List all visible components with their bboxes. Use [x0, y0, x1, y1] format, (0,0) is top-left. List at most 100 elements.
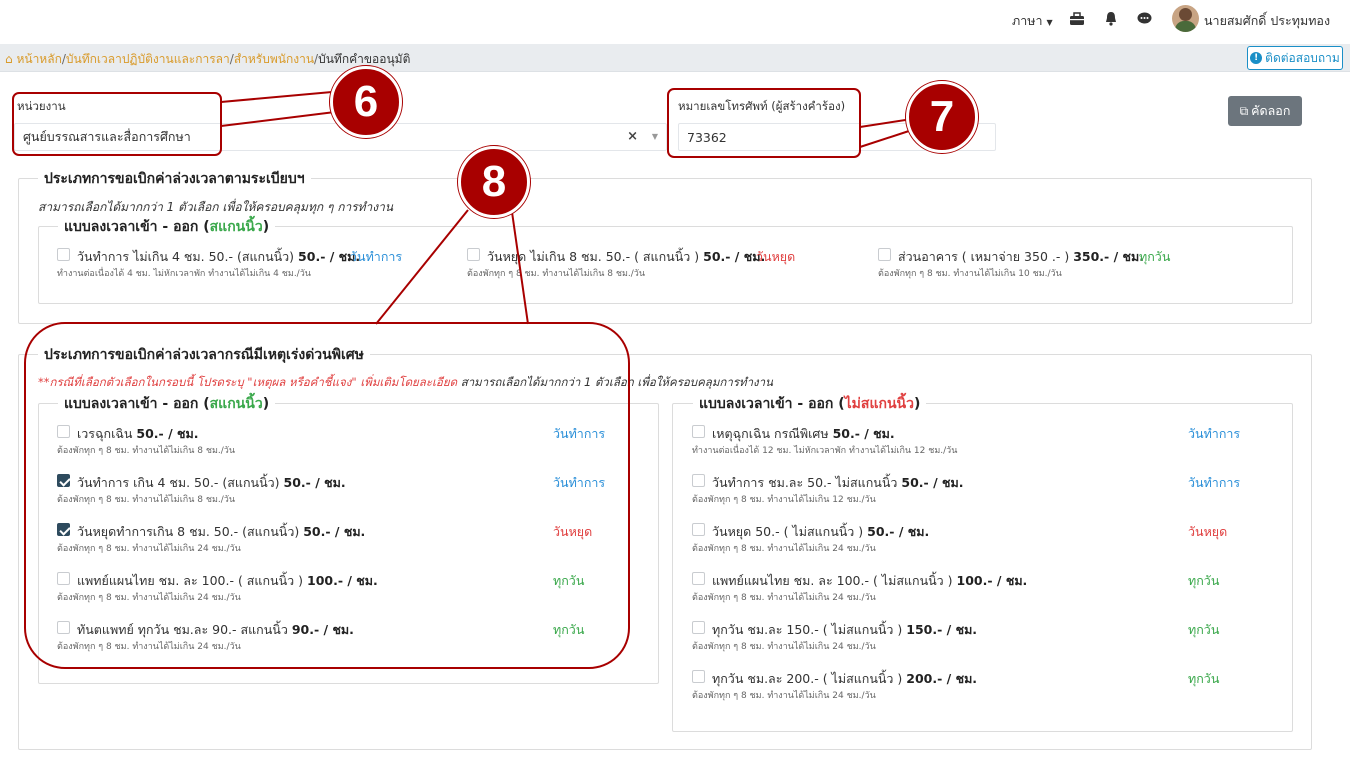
option-label[interactable]: วันหยุด 50.- ( ไม่สแกนนิ้ว ) 50.- / ชม.: [712, 522, 929, 542]
option-label-text: ทุกวัน ชม.ละ 200.- ( ไม่สแกนนิ้ว ): [712, 671, 903, 686]
unit-label: หน่วยงาน: [17, 99, 66, 113]
special-right-title: แบบลงเวลาเข้า - ออก (ไม่สแกนนิ้ว): [693, 393, 927, 415]
regular-title: ประเภทการขอเบิกค่าล่วงเวลาตามระเบียบฯ: [38, 168, 311, 190]
option-rate: 100.- / ชม.: [307, 573, 378, 588]
option-checkbox[interactable]: [692, 425, 705, 438]
option-rate: 50.- / ชม.: [136, 426, 199, 441]
option-description: ต้องพักทุก ๆ 8 ชม. ทำงานได้ไม่เกิน 24 ชม…: [57, 642, 241, 652]
option-checkbox[interactable]: [57, 248, 70, 261]
option-description: ต้องพักทุก ๆ 8 ชม. ทำงานได้ไม่เกิน 24 ชม…: [692, 642, 876, 652]
option-description: ต้องพักทุก ๆ 8 ชม. ทำงานได้ไม่เกิน 10 ชม…: [878, 269, 1062, 279]
avatar[interactable]: [1172, 5, 1199, 32]
breadcrumb-timesheet[interactable]: บันทึกเวลาปฏิบัติงานและการลา: [66, 52, 230, 66]
clear-icon[interactable]: ×: [627, 129, 638, 144]
regular-subsection-highlight: สแกนนิ้ว: [209, 219, 263, 235]
option-label[interactable]: เหตุฉุกเฉิน กรณีพิเศษ 50.- / ชม.: [712, 424, 895, 444]
option-label[interactable]: แพทย์แผนไทย ชม. ละ 100.- ( สแกนนิ้ว ) 10…: [77, 571, 378, 591]
special-left-title: แบบลงเวลาเข้า - ออก (สแกนนิ้ว): [58, 393, 276, 415]
option-checkbox[interactable]: [57, 572, 70, 585]
option-checkbox[interactable]: [692, 572, 705, 585]
avatar-shoulders: [1175, 21, 1196, 32]
copy-button[interactable]: ⧉ คัดลอก: [1228, 96, 1302, 126]
special-left-highlight: สแกนนิ้ว: [209, 396, 263, 412]
contact-label: ติดต่อสอบถาม: [1265, 50, 1340, 65]
option-checkbox[interactable]: [692, 474, 705, 487]
option-day-tag: วันทำการ: [553, 475, 606, 490]
option-day-tag: ทุกวัน: [1188, 573, 1220, 588]
option-day-tag: ทุกวัน: [1188, 622, 1220, 637]
option-label-text: ทุกวัน ชม.ละ 150.- ( ไม่สแกนนิ้ว ): [712, 622, 903, 637]
option-label[interactable]: วันทำการ ชม.ละ 50.- ไม่สแกนนิ้ว 50.- / ช…: [712, 473, 963, 493]
option-day-tag: วันหยุด: [553, 524, 593, 539]
regular-note: สามารถเลือกได้มากกว่า 1 ตัวเลือก เพื่อให…: [38, 200, 394, 214]
option-label[interactable]: วันทำการ เกิน 4 ชม. 50.- (สแกนนิ้ว) 50.-…: [77, 473, 346, 493]
option-rate: 90.- / ชม.: [291, 622, 354, 637]
annotation-badge-6: 6: [330, 66, 402, 138]
home-icon[interactable]: ⌂: [5, 52, 13, 66]
contact-button[interactable]: ! ติดต่อสอบถาม: [1247, 46, 1343, 70]
copy-label: คัดลอก: [1251, 103, 1291, 118]
option-checkbox[interactable]: [692, 523, 705, 536]
breadcrumb: ⌂ หน้าหลัก/บันทึกเวลาปฏิบัติงานและการลา/…: [5, 50, 410, 69]
bell-icon[interactable]: [1104, 11, 1118, 26]
info-icon: !: [1250, 52, 1263, 64]
option-checkbox[interactable]: [57, 523, 70, 536]
option-checkbox[interactable]: [57, 425, 70, 438]
copy-icon: ⧉: [1239, 103, 1249, 118]
option-description: ทำงานต่อเนื่องได้ 4 ชม. ไม่หักเวลาพัก ทำ…: [57, 269, 311, 279]
option-checkbox[interactable]: [878, 248, 891, 261]
caret-down-icon[interactable]: ▼: [652, 132, 658, 141]
option-rate: 350.- / ชม.: [1073, 249, 1144, 264]
option-rate: 50.- / ชม.: [901, 475, 964, 490]
option-label[interactable]: วันหยุด ไม่เกิน 8 ชม. 50.- ( สแกนนิ้ว ) …: [487, 247, 765, 267]
option-label[interactable]: วันทำการ ไม่เกิน 4 ชม. 50.- (สแกนนิ้ว) 5…: [77, 247, 360, 267]
user-name[interactable]: นายสมศักดิ์ ประทุมทอง: [1204, 11, 1330, 31]
top-navbar: ภาษา ▼ นายสมศักดิ์ ประทุมทอง: [0, 0, 1350, 42]
option-label[interactable]: ทันตแพทย์ ทุกวัน ชม.ละ 90.- สแกนนิ้ว 90.…: [77, 620, 354, 640]
briefcase-icon[interactable]: [1069, 12, 1085, 26]
option-day-tag: วันหยุด: [756, 249, 796, 264]
language-menu[interactable]: ภาษา ▼: [1012, 11, 1053, 31]
regular-subsection-prefix: แบบลงเวลาเข้า - ออก (: [64, 219, 210, 235]
option-label[interactable]: ส่วนอาคาร ( เหมาจ่าย 350 .- ) 350.- / ชม…: [898, 247, 1144, 267]
option-description: ต้องพักทุก ๆ 8 ชม. ทำงานได้ไม่เกิน 24 ชม…: [57, 544, 241, 554]
option-rate: 50.- / ชม.: [303, 524, 366, 539]
chat-icon[interactable]: [1137, 12, 1152, 25]
language-label: ภาษา: [1012, 13, 1043, 28]
option-description: ต้องพักทุก ๆ 8 ชม. ทำงานได้ไม่เกิน 12 ชม…: [692, 495, 876, 505]
option-checkbox[interactable]: [57, 474, 70, 487]
annotation-badge-7: 7: [906, 81, 978, 153]
option-label[interactable]: ทุกวัน ชม.ละ 150.- ( ไม่สแกนนิ้ว ) 150.-…: [712, 620, 977, 640]
option-label[interactable]: เวรฉุกเฉิน 50.- / ชม.: [77, 424, 198, 444]
option-checkbox[interactable]: [692, 670, 705, 683]
unit-select-value: ศูนย์บรรณสารและสื่อการศึกษา: [23, 129, 191, 144]
option-rate: 200.- / ชม.: [906, 671, 978, 686]
option-label-text: วันทำการ เกิน 4 ชม. 50.- (สแกนนิ้ว): [77, 475, 280, 490]
caret-down-icon: ▼: [1046, 18, 1053, 27]
option-label[interactable]: วันหยุดทำการเกิน 8 ชม. 50.- (สแกนนิ้ว) 5…: [77, 522, 365, 542]
special-left-prefix: แบบลงเวลาเข้า - ออก (: [64, 396, 210, 412]
option-checkbox[interactable]: [57, 621, 70, 634]
option-label-text: วันทำการ ไม่เกิน 4 ชม. 50.- (สแกนนิ้ว): [77, 249, 295, 264]
option-rate: 50.- / ชม.: [867, 524, 930, 539]
special-right-highlight: ไม่สแกนนิ้ว: [844, 396, 914, 412]
option-day-tag: ทุกวัน: [1139, 249, 1171, 264]
special-right-suffix: ): [913, 396, 921, 412]
option-label-text: วันทำการ ชม.ละ 50.- ไม่สแกนนิ้ว: [712, 475, 898, 490]
special-title: ประเภทการขอเบิกค่าล่วงเวลากรณีมีเหตุเร่ง…: [38, 344, 370, 366]
option-day-tag: วันหยุด: [1188, 524, 1228, 539]
option-day-tag: ทุกวัน: [553, 573, 585, 588]
special-left-suffix: ): [262, 396, 270, 412]
breadcrumb-home[interactable]: หน้าหลัก: [16, 52, 61, 66]
special-note-rest: สามารถเลือกได้มากกว่า 1 ตัวเลือก เพื่อให…: [460, 375, 773, 389]
option-checkbox[interactable]: [692, 621, 705, 634]
special-note-warning: **กรณีที่เลือกตัวเลือกในกรอบนี้ โปรดระบุ…: [38, 375, 458, 389]
option-label-text: ทันตแพทย์ ทุกวัน ชม.ละ 90.- สแกนนิ้ว: [77, 622, 288, 637]
breadcrumb-employee[interactable]: สำหรับพนักงาน: [234, 52, 314, 66]
option-checkbox[interactable]: [467, 248, 480, 261]
phone-input-value: 73362: [687, 129, 727, 145]
option-label[interactable]: ทุกวัน ชม.ละ 200.- ( ไม่สแกนนิ้ว ) 200.-…: [712, 669, 977, 689]
annotation-pointer-6a: [220, 91, 333, 103]
option-label[interactable]: แพทย์แผนไทย ชม. ละ 100.- ( ไม่สแกนนิ้ว )…: [712, 571, 1027, 591]
option-label-text: เวรฉุกเฉิน: [77, 426, 133, 441]
